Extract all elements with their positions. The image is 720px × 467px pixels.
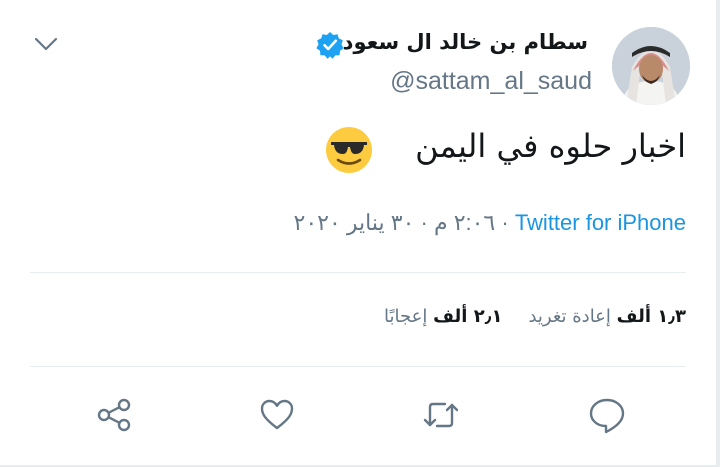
tweet-stats: ١٫٣ ألف إعادة تغريد ٢٫١ ألف إعجابًا — [384, 306, 686, 327]
verified-badge-icon — [315, 30, 345, 60]
tweet-source-link[interactable]: Twitter for iPhone — [515, 210, 686, 235]
likes-count: ٢٫١ ألف — [433, 306, 503, 327]
likes-stat[interactable]: ٢٫١ ألف إعجابًا — [384, 306, 502, 327]
tweet-timestamp[interactable]: ٢:٠٦ م · ٣٠ يناير ٢٠٢٠ · — [294, 210, 515, 235]
divider — [30, 366, 686, 367]
share-button[interactable] — [94, 395, 134, 435]
likes-label: إعجابًا — [384, 306, 428, 327]
share-icon — [97, 398, 131, 432]
chevron-down-icon[interactable] — [34, 36, 58, 52]
retweets-count: ١٫٣ ألف — [616, 306, 686, 327]
like-icon — [260, 399, 294, 430]
tweet-card: سطام بن خالد ال سعود @sattam_al_saud اخب… — [0, 0, 718, 467]
user-handle[interactable]: @sattam_al_saud — [390, 67, 592, 96]
retweets-label: إعادة تغريد — [528, 306, 611, 327]
reply-button[interactable] — [587, 395, 627, 435]
retweet-icon — [423, 402, 459, 428]
like-button[interactable] — [257, 395, 297, 435]
retweet-button[interactable] — [421, 395, 461, 435]
divider — [30, 272, 686, 273]
tweet-text: اخبار حلوه في اليمن — [415, 127, 686, 165]
retweets-stat[interactable]: ١٫٣ ألف إعادة تغريد — [528, 306, 686, 327]
reply-icon — [589, 398, 625, 434]
display-name[interactable]: سطام بن خالد ال سعود — [343, 30, 588, 54]
tweet-meta: ٢:٠٦ م · ٣٠ يناير ٢٠٢٠ · Twitter for iPh… — [294, 210, 686, 236]
avatar[interactable] — [612, 27, 690, 105]
sunglasses-emoji-icon — [324, 125, 374, 175]
